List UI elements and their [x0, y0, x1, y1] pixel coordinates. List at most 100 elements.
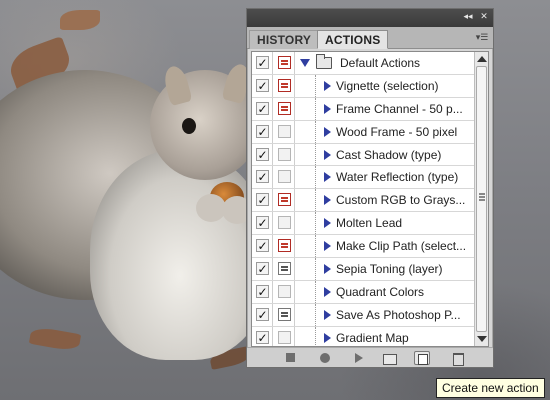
action-label: Gradient Map: [336, 330, 409, 345]
panel-toolbar: [247, 347, 493, 367]
check-icon[interactable]: ✓: [256, 284, 269, 298]
dialog-toggle-icon[interactable]: [278, 284, 291, 298]
dialog-toggle-icon[interactable]: [278, 330, 291, 344]
dialog-toggle-icon[interactable]: [278, 147, 291, 161]
toggle-cell: ✓: [252, 74, 273, 97]
expand-triangle-icon[interactable]: [324, 172, 331, 183]
action-item[interactable]: Quadrant Colors: [315, 280, 485, 303]
action-item[interactable]: Water Reflection (type): [315, 166, 485, 189]
dialog-toggle-icon[interactable]: [278, 216, 291, 230]
toggle-cell: ✓: [252, 189, 273, 212]
actions-list: ✓ Default Actions ✓ Vignette (selection) ✓…: [251, 51, 489, 347]
check-icon[interactable]: ✓: [256, 262, 269, 276]
action-label: Wood Frame - 50 pixel: [336, 124, 458, 139]
action-row[interactable]: ✓ Molten Lead: [252, 212, 488, 236]
action-item[interactable]: Make Clip Path (select...: [315, 235, 485, 258]
dialog-toggle-icon[interactable]: [278, 239, 291, 253]
dialog-toggle-icon[interactable]: [278, 262, 291, 276]
expand-triangle-icon[interactable]: [324, 241, 331, 252]
expand-triangle-icon[interactable]: [324, 126, 331, 137]
scroll-thumb[interactable]: [476, 66, 487, 332]
collapse-icon[interactable]: ◂◂: [461, 11, 475, 24]
action-row[interactable]: ✓ Cast Shadow (type): [252, 143, 488, 167]
action-set-row[interactable]: ✓ Default Actions: [252, 52, 488, 75]
record-icon[interactable]: [317, 351, 333, 365]
check-icon[interactable]: ✓: [256, 101, 269, 115]
dialog-toggle-icon[interactable]: [278, 56, 291, 69]
action-row[interactable]: ✓ Custom RGB to Grays...: [252, 189, 488, 213]
dialog-cell: [274, 189, 295, 212]
new-set-icon[interactable]: [381, 351, 397, 365]
grip-icon: [479, 193, 485, 195]
tooltip: Create new action: [436, 378, 545, 398]
action-row[interactable]: ✓ Quadrant Colors: [252, 280, 488, 304]
action-item[interactable]: Gradient Map: [315, 326, 485, 346]
dialog-toggle-icon[interactable]: [278, 101, 291, 115]
check-icon[interactable]: ✓: [256, 307, 269, 321]
check-icon[interactable]: ✓: [256, 147, 269, 161]
action-item[interactable]: Cast Shadow (type): [315, 143, 485, 166]
dialog-toggle-icon[interactable]: [278, 193, 291, 207]
close-icon[interactable]: ✕: [477, 11, 491, 24]
scroll-down-icon[interactable]: [477, 336, 487, 342]
check-icon[interactable]: ✓: [256, 193, 269, 207]
expand-triangle-icon[interactable]: [324, 332, 331, 343]
expand-triangle-icon[interactable]: [324, 264, 331, 275]
check-icon[interactable]: ✓: [256, 124, 269, 138]
dialog-toggle-icon[interactable]: [278, 307, 291, 321]
action-row[interactable]: ✓ Vignette (selection): [252, 74, 488, 98]
action-item[interactable]: Wood Frame - 50 pixel: [315, 120, 485, 143]
action-row[interactable]: ✓ Save As Photoshop P...: [252, 303, 488, 327]
expand-triangle-icon[interactable]: [324, 103, 331, 114]
tab-history[interactable]: HISTORY: [249, 30, 320, 49]
action-item[interactable]: Sepia Toning (layer): [315, 258, 485, 280]
toggle-cell: ✓: [252, 52, 273, 74]
expand-triangle-icon[interactable]: [324, 80, 331, 91]
expand-triangle-icon[interactable]: [324, 286, 331, 297]
action-label: Sepia Toning (layer): [336, 262, 443, 277]
dialog-toggle-icon[interactable]: [278, 124, 291, 138]
disclosure-triangle-icon[interactable]: [300, 59, 310, 67]
expand-triangle-icon[interactable]: [324, 195, 331, 206]
action-row[interactable]: ✓ Water Reflection (type): [252, 166, 488, 190]
panel-title-bar[interactable]: ◂◂ ✕: [247, 9, 493, 27]
check-icon[interactable]: ✓: [256, 239, 269, 253]
dialog-cell: [274, 74, 295, 97]
action-item[interactable]: Molten Lead: [315, 212, 485, 235]
check-icon[interactable]: ✓: [256, 78, 269, 92]
check-icon[interactable]: ✓: [256, 330, 269, 344]
action-item[interactable]: Save As Photoshop P...: [315, 303, 485, 326]
check-icon[interactable]: ✓: [256, 216, 269, 230]
action-item[interactable]: Custom RGB to Grays...: [315, 189, 485, 212]
play-selection-icon[interactable]: [350, 351, 366, 365]
action-label: Cast Shadow (type): [336, 147, 442, 162]
check-icon[interactable]: ✓: [256, 56, 269, 69]
toggle-cell: ✓: [252, 258, 273, 280]
action-label: Quadrant Colors: [336, 284, 425, 299]
new-action-icon[interactable]: [414, 351, 430, 365]
dialog-cell: [274, 120, 295, 143]
leaf: [60, 10, 100, 30]
action-label: Frame Channel - 50 p...: [336, 101, 463, 116]
actions-panel: ◂◂ ✕ HISTORY ACTIONS ▾☰ ✓ Default Action…: [246, 8, 494, 368]
scrollbar[interactable]: [474, 52, 488, 346]
action-item[interactable]: Frame Channel - 50 p...: [315, 97, 485, 120]
dialog-toggle-icon[interactable]: [278, 78, 291, 92]
dialog-toggle-icon[interactable]: [278, 170, 291, 184]
action-row[interactable]: ✓ Frame Channel - 50 p...: [252, 97, 488, 121]
action-row[interactable]: ✓ Wood Frame - 50 pixel: [252, 120, 488, 144]
check-icon[interactable]: ✓: [256, 170, 269, 184]
action-item[interactable]: Vignette (selection): [315, 74, 485, 97]
trash-icon[interactable]: [450, 351, 466, 366]
action-row[interactable]: ✓ Make Clip Path (select...: [252, 235, 488, 259]
action-row[interactable]: ✓ Gradient Map: [252, 326, 488, 346]
scroll-up-icon[interactable]: [477, 56, 487, 62]
dialog-cell: [274, 303, 295, 326]
tab-actions[interactable]: ACTIONS: [317, 30, 389, 49]
expand-triangle-icon[interactable]: [324, 218, 331, 229]
expand-triangle-icon[interactable]: [324, 309, 331, 320]
panel-menu-icon[interactable]: ▾☰: [475, 31, 489, 43]
stop-icon[interactable]: [283, 351, 299, 365]
expand-triangle-icon[interactable]: [324, 149, 331, 160]
action-row[interactable]: ✓ Sepia Toning (layer): [252, 258, 488, 281]
